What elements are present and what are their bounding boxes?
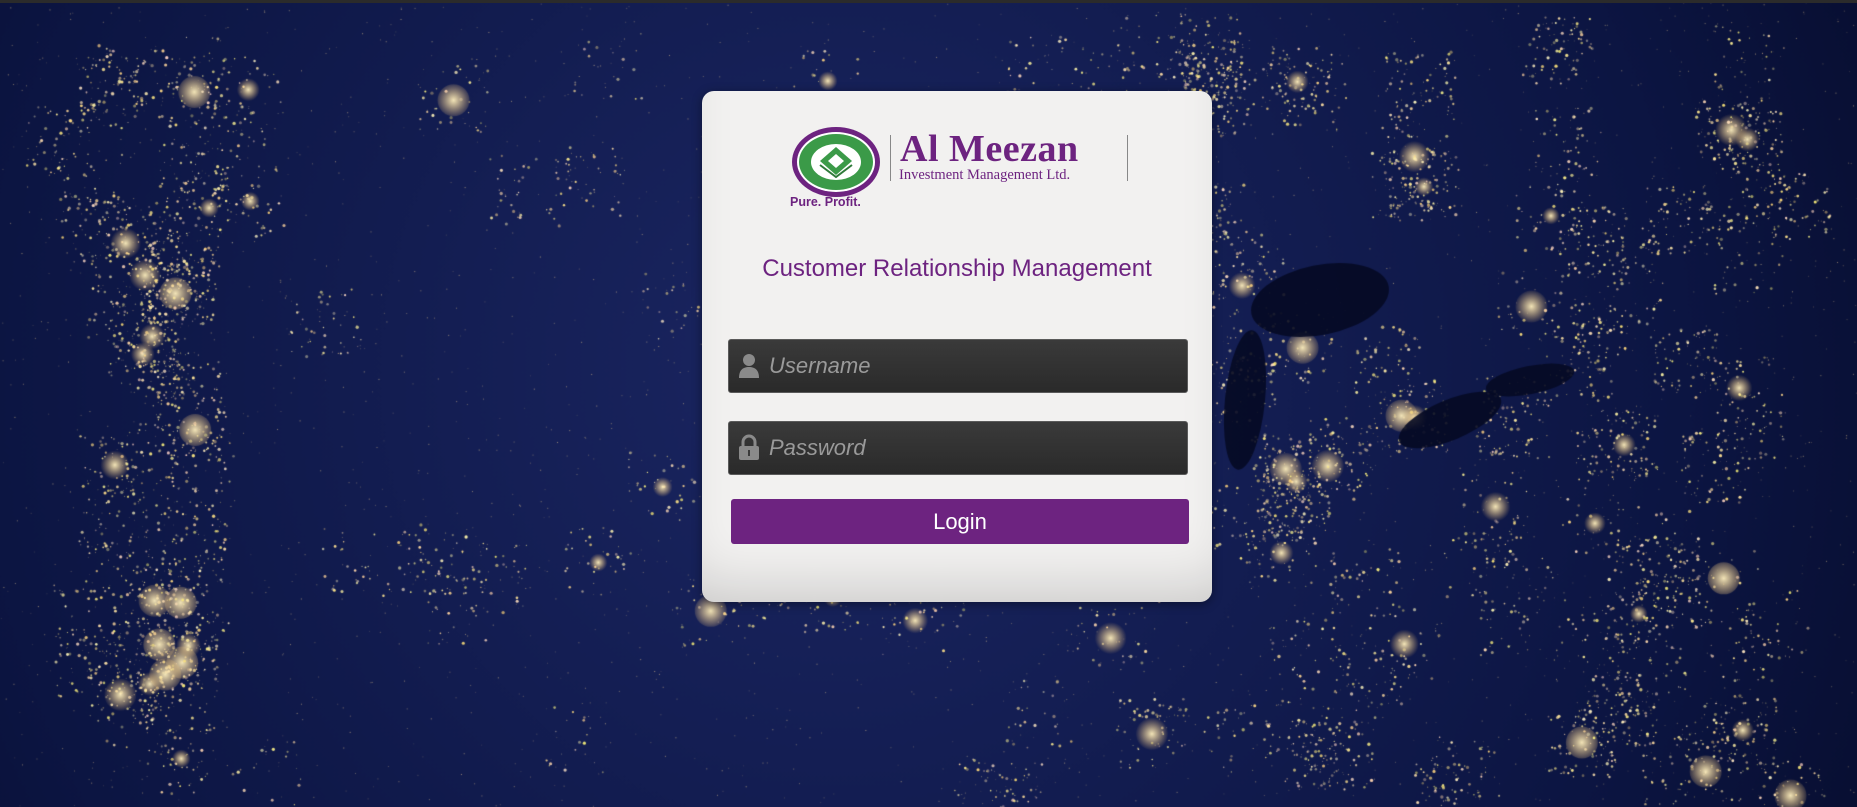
- logo-seal-icon: [790, 125, 882, 199]
- login-card: Al Meezan Investment Management Ltd. Pur…: [702, 91, 1212, 602]
- password-input[interactable]: [769, 422, 1179, 474]
- logo-tagline: Pure. Profit.: [790, 195, 861, 209]
- page-title: Customer Relationship Management: [762, 255, 1152, 282]
- username-input[interactable]: [769, 340, 1179, 392]
- password-field[interactable]: [728, 421, 1188, 475]
- logo-divider: [1127, 135, 1128, 181]
- login-button[interactable]: Login: [731, 499, 1189, 544]
- user-icon: [737, 352, 761, 380]
- logo-divider: [890, 135, 891, 181]
- logo-brand-subtitle: Investment Management Ltd.: [899, 167, 1071, 183]
- lock-icon: [737, 434, 761, 462]
- browser-top-strip: [0, 0, 1857, 3]
- company-logo: Al Meezan Investment Management Ltd. Pur…: [790, 125, 1135, 209]
- logo-brand-name: Al Meezan: [900, 128, 1079, 170]
- username-field[interactable]: [728, 339, 1188, 393]
